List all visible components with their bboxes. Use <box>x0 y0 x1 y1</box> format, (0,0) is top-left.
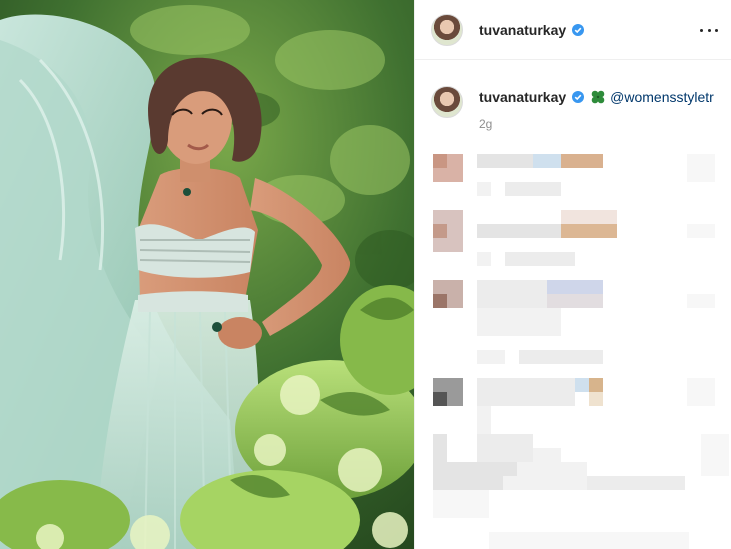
comment-meta <box>477 350 505 364</box>
comment-line <box>477 280 547 308</box>
comment-line <box>477 224 561 238</box>
post-timestamp: 2g <box>479 117 493 131</box>
comment-line <box>503 476 587 490</box>
comment-like-icon <box>687 224 715 238</box>
comment-line <box>533 448 561 462</box>
comment-meta <box>477 252 491 266</box>
comment-line <box>561 154 603 168</box>
verified-badge-icon <box>572 23 585 36</box>
comment-line <box>477 308 561 336</box>
comment-meta <box>477 406 491 434</box>
post-side-panel: tuvanaturkay tuvanaturkay @womensstyletr … <box>414 0 731 549</box>
post-caption: tuvanaturkay @womensstyletr <box>431 86 721 118</box>
comment-avatar-detail <box>433 294 447 308</box>
author-username[interactable]: tuvanaturkay <box>479 22 585 38</box>
comment-like-icon <box>687 378 715 406</box>
comment-avatar-detail <box>433 224 447 238</box>
comment-line <box>533 154 561 168</box>
caption-avatar[interactable] <box>431 86 463 118</box>
comment-line <box>517 462 587 476</box>
comment-line <box>589 392 603 406</box>
comment-line <box>433 490 489 518</box>
comment-avatar <box>433 434 447 462</box>
caption-mention-link[interactable]: @womensstyletr <box>610 89 714 105</box>
four-leaf-clover-icon <box>591 90 605 104</box>
author-username-text[interactable]: tuvanaturkay <box>479 22 566 38</box>
comment-meta <box>505 182 561 196</box>
comment-line <box>433 462 517 476</box>
comment-line <box>561 210 617 224</box>
comment-line <box>589 378 603 392</box>
comment-meta <box>505 252 575 266</box>
comment-line <box>575 378 589 392</box>
comment-line <box>477 154 533 168</box>
comment-line <box>547 280 603 294</box>
comment-like-icon <box>687 294 715 308</box>
comment-line <box>477 378 575 406</box>
photo-illustration <box>0 0 414 549</box>
post-header: tuvanaturkay <box>415 0 731 60</box>
more-options-icon[interactable] <box>700 22 718 38</box>
comment-avatar-detail <box>433 392 447 406</box>
comment-input-area <box>489 532 689 549</box>
post-photo <box>0 0 414 549</box>
author-avatar[interactable] <box>431 13 463 46</box>
comment-meta <box>519 350 603 364</box>
comment-line <box>477 434 533 462</box>
caption-username[interactable]: tuvanaturkay <box>479 89 566 105</box>
comment-like-icon <box>701 434 729 476</box>
comment-avatar-detail <box>433 154 447 168</box>
caption-text: tuvanaturkay @womensstyletr <box>479 88 714 118</box>
comment-like-icon <box>687 154 715 182</box>
comment-line <box>561 224 617 238</box>
comments-list <box>415 148 731 549</box>
comment-line <box>587 476 685 490</box>
comment-meta <box>477 182 491 196</box>
comment-line <box>547 294 603 308</box>
comment-line <box>433 476 503 490</box>
verified-badge-icon <box>572 91 585 103</box>
